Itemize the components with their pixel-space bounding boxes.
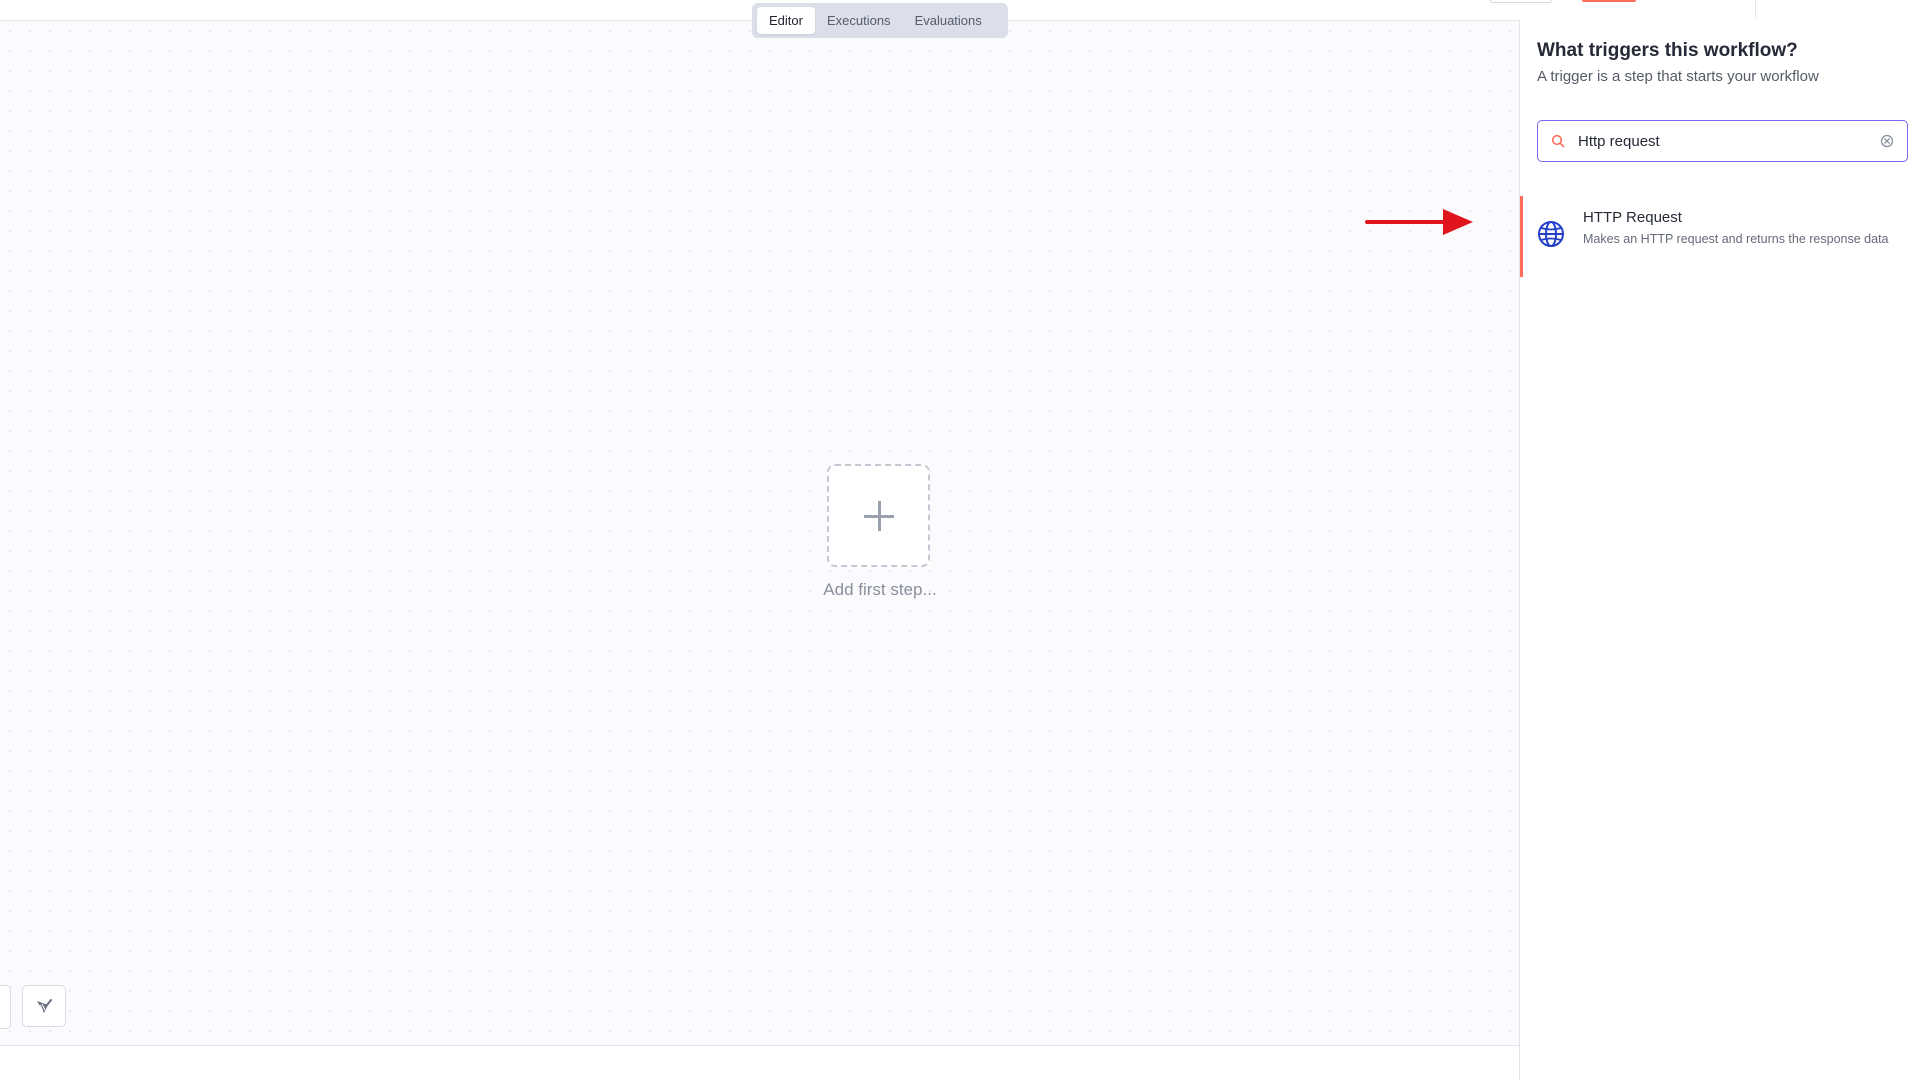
add-first-step-label: Add first step...: [823, 580, 937, 599]
node-creator-panel: What triggers this workflow? A trigger i…: [1519, 20, 1920, 1080]
red-arrow-icon: [1365, 209, 1473, 235]
search-icon: [1550, 133, 1566, 149]
tab-evaluations[interactable]: Evaluations: [903, 7, 994, 34]
node-description: Makes an HTTP request and returns the re…: [1583, 232, 1889, 246]
workflow-editor: Editor Executions Evaluations Add first …: [0, 0, 1920, 1080]
panel-subtitle: A trigger is a step that starts your wor…: [1537, 68, 1819, 85]
canvas-bottom-bar: [0, 1045, 1519, 1080]
header-button[interactable]: [1490, 0, 1552, 3]
workflow-canvas[interactable]: [0, 20, 1519, 1046]
add-first-step-button[interactable]: [827, 464, 930, 567]
tab-editor[interactable]: Editor: [757, 7, 815, 34]
broom-icon: [37, 999, 52, 1013]
globe-icon: [1538, 221, 1564, 247]
canvas-control-button[interactable]: [0, 985, 11, 1029]
header-primary-button[interactable]: [1582, 0, 1636, 2]
search-input[interactable]: [1578, 132, 1879, 150]
panel-title: What triggers this workflow?: [1537, 40, 1798, 61]
clear-search-icon[interactable]: [1879, 133, 1895, 149]
view-tabs: Editor Executions Evaluations: [752, 3, 1008, 38]
plus-icon: [863, 500, 894, 531]
search-box: [1537, 120, 1908, 162]
tidy-up-button[interactable]: [22, 985, 66, 1027]
tab-executions[interactable]: Executions: [815, 7, 903, 34]
node-name: HTTP Request: [1583, 209, 1682, 226]
header-divider: [1755, 0, 1756, 18]
node-result-http-request[interactable]: HTTP Request Makes an HTTP request and r…: [1520, 196, 1920, 277]
